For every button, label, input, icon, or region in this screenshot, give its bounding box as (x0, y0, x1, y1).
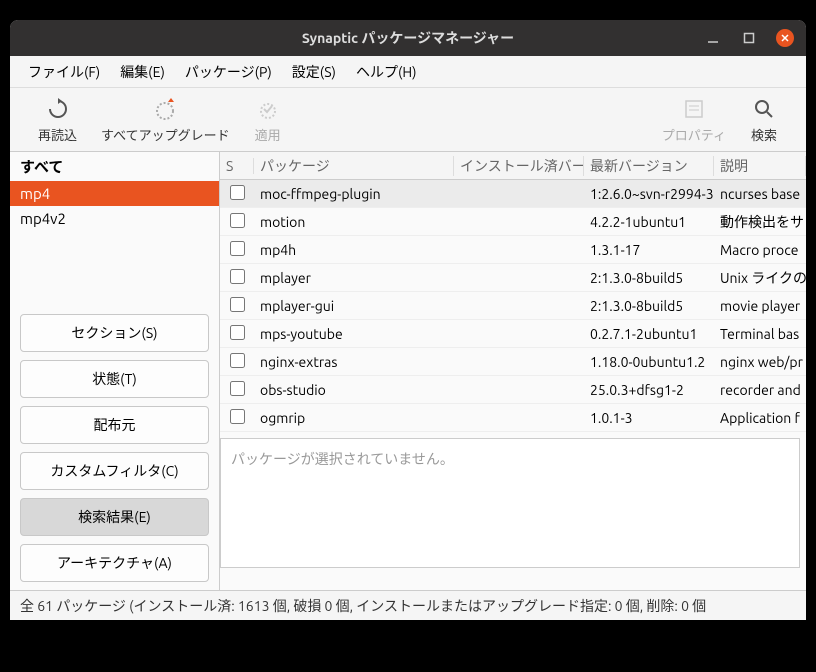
menubar: ファイル(F) 編集(E) パッケージ(P) 設定(S) ヘルプ(H) (10, 56, 806, 88)
table-row[interactable]: obs-studio 25.0.3+dfsg1-2recorder and (220, 376, 806, 404)
table-row[interactable]: nginx-extras 1.18.0-0ubuntu1.2nginx web/p… (220, 348, 806, 376)
search-results-button[interactable]: 検索結果(E) (20, 498, 209, 536)
package-name: mp4h (254, 242, 454, 258)
package-description: Application f (714, 410, 806, 426)
apply-icon (254, 95, 282, 123)
package-description: 動作検出をサ (714, 212, 806, 232)
package-description: Terminal bas (714, 326, 806, 342)
package-name: obs-studio (254, 382, 454, 398)
custom-filter-button[interactable]: カスタムフィルタ(C) (20, 452, 209, 490)
status-checkbox[interactable] (220, 241, 254, 259)
menu-help[interactable]: ヘルプ(H) (346, 58, 427, 86)
close-button[interactable] (776, 29, 794, 47)
main-area: すべて mp4 mp4v2 セクション(S) 状態(T) 配布元 カスタムフィル… (10, 152, 806, 590)
maximize-button[interactable] (740, 29, 758, 47)
properties-icon (680, 95, 708, 123)
reload-icon (44, 95, 72, 123)
status-button[interactable]: 状態(T) (20, 360, 209, 398)
status-checkbox[interactable] (220, 185, 254, 203)
latest-version: 4.2.2-1ubuntu1 (584, 214, 714, 230)
tree-mp4v2[interactable]: mp4v2 (10, 206, 219, 231)
package-description: Unix ライクの (714, 268, 806, 288)
col-installed[interactable]: インストール済バー (454, 156, 584, 176)
col-latest[interactable]: 最新バージョン (584, 156, 714, 176)
package-rows: moc-ffmpeg-plugin 1:2.6.0~svn-r2994-3ncur… (220, 180, 806, 432)
filter-tree: すべて mp4 mp4v2 (10, 152, 219, 306)
window-controls (704, 29, 794, 47)
tree-all[interactable]: すべて (10, 152, 219, 181)
package-name: mps-youtube (254, 326, 454, 342)
col-description[interactable]: 説明 (714, 156, 806, 176)
latest-version: 1.18.0-0ubuntu1.2 (584, 354, 714, 370)
latest-version: 2:1.3.0-8build5 (584, 270, 714, 286)
content-area: S パッケージ インストール済バー 最新バージョン 説明 moc-ffmpeg-… (220, 152, 806, 590)
menu-edit[interactable]: 編集(E) (110, 58, 175, 86)
sidebar-buttons: セクション(S) 状態(T) 配布元 カスタムフィルタ(C) 検索結果(E) ア… (10, 306, 219, 590)
latest-version: 1:2.6.0~svn-r2994-3 (584, 186, 714, 202)
package-name: nginx-extras (254, 354, 454, 370)
sections-button[interactable]: セクション(S) (20, 314, 209, 352)
package-description: movie player (714, 298, 806, 314)
upgrade-icon (151, 95, 179, 123)
search-label: 検索 (751, 125, 777, 144)
search-icon (750, 95, 778, 123)
titlebar: Synaptic パッケージマネージャー (10, 20, 806, 56)
status-text: 全 61 パッケージ (インストール済: 1613 個, 破損 0 個, インス… (20, 596, 706, 616)
package-description: Macro proce (714, 242, 806, 258)
sidebar: すべて mp4 mp4v2 セクション(S) 状態(T) 配布元 カスタムフィル… (10, 152, 220, 590)
search-button[interactable]: 検索 (738, 91, 790, 148)
latest-version: 0.2.7.1-2ubuntu1 (584, 326, 714, 342)
package-name: motion (254, 214, 454, 230)
table-row[interactable]: moc-ffmpeg-plugin 1:2.6.0~svn-r2994-3ncur… (220, 180, 806, 208)
col-status[interactable]: S (220, 158, 254, 174)
tree-mp4[interactable]: mp4 (10, 181, 219, 206)
package-name: mplayer-gui (254, 298, 454, 314)
package-list-header: S パッケージ インストール済バー 最新バージョン 説明 (220, 152, 806, 180)
col-package[interactable]: パッケージ (254, 156, 454, 176)
app-window: Synaptic パッケージマネージャー ファイル(F) 編集(E) パッケージ… (10, 20, 806, 620)
package-name: moc-ffmpeg-plugin (254, 186, 454, 202)
menu-settings[interactable]: 設定(S) (282, 58, 346, 86)
status-checkbox[interactable] (220, 213, 254, 231)
table-row[interactable]: ogmrip 1.0.1-3Application f (220, 404, 806, 432)
latest-version: 1.0.1-3 (584, 410, 714, 426)
table-row[interactable]: mplayer-gui 2:1.3.0-8build5movie player (220, 292, 806, 320)
properties-button: プロパティ (650, 91, 738, 148)
status-checkbox[interactable] (220, 353, 254, 371)
table-row[interactable]: mps-youtube 0.2.7.1-2ubuntu1Terminal bas (220, 320, 806, 348)
apply-button: 適用 (242, 91, 294, 148)
reload-button[interactable]: 再読込 (26, 91, 89, 148)
package-description: ncurses base (714, 186, 806, 202)
status-checkbox[interactable] (220, 325, 254, 343)
detail-empty-text: パッケージが選択されていません。 (231, 451, 454, 467)
minimize-button[interactable] (704, 29, 722, 47)
window-title: Synaptic パッケージマネージャー (20, 28, 796, 48)
toolbar: 再読込 すべてアップグレード 適用 プロパティ 検索 (10, 88, 806, 152)
origin-button[interactable]: 配布元 (20, 406, 209, 444)
menu-package[interactable]: パッケージ(P) (175, 58, 282, 86)
latest-version: 2:1.3.0-8build5 (584, 298, 714, 314)
package-description: recorder and (714, 382, 806, 398)
status-checkbox[interactable] (220, 409, 254, 427)
table-row[interactable]: mp4h 1.3.1-17Macro proce (220, 236, 806, 264)
table-row[interactable]: motion 4.2.2-1ubuntu1動作検出をサ (220, 208, 806, 236)
upgrade-all-label: すべてアップグレード (101, 125, 230, 144)
upgrade-all-button[interactable]: すべてアップグレード (89, 91, 242, 148)
status-checkbox[interactable] (220, 269, 254, 287)
package-name: mplayer (254, 270, 454, 286)
apply-label: 適用 (255, 125, 281, 144)
status-checkbox[interactable] (220, 381, 254, 399)
statusbar: 全 61 パッケージ (インストール済: 1613 個, 破損 0 個, インス… (10, 590, 806, 620)
properties-label: プロパティ (662, 125, 726, 144)
package-description: nginx web/pr (714, 354, 806, 370)
latest-version: 25.0.3+dfsg1-2 (584, 382, 714, 398)
table-row[interactable]: mplayer 2:1.3.0-8build5Unix ライクの (220, 264, 806, 292)
status-checkbox[interactable] (220, 297, 254, 315)
package-detail-pane: パッケージが選択されていません。 (220, 438, 800, 568)
latest-version: 1.3.1-17 (584, 242, 714, 258)
package-name: ogmrip (254, 410, 454, 426)
menu-file[interactable]: ファイル(F) (18, 58, 110, 86)
reload-label: 再読込 (38, 125, 77, 144)
architecture-button[interactable]: アーキテクチャ(A) (20, 544, 209, 582)
